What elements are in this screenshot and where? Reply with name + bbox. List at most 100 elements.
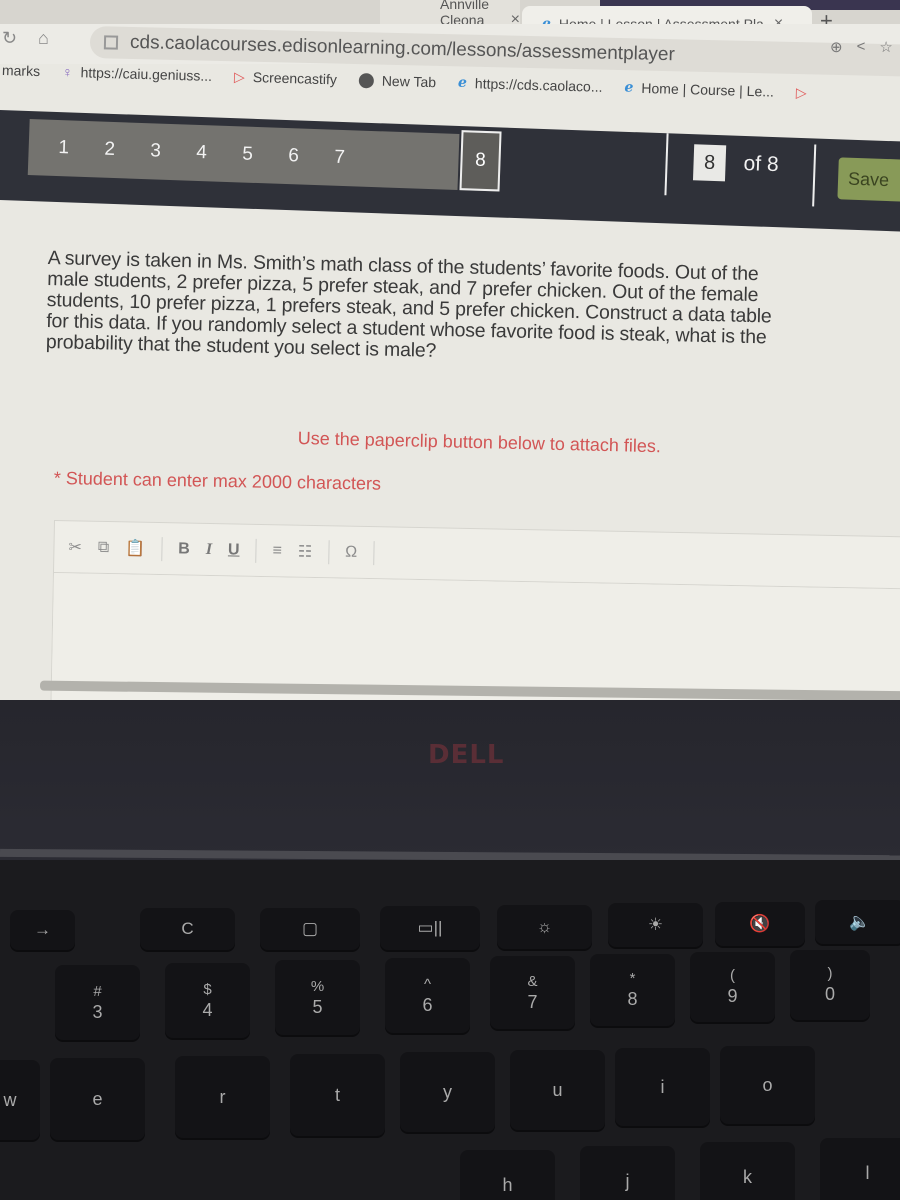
underline-button[interactable]: U (228, 541, 240, 559)
question-number-7[interactable]: 7 (330, 147, 349, 170)
key-7[interactable]: & 7 (490, 956, 575, 1029)
key-overview[interactable]: ▭|| (380, 906, 480, 950)
ie-icon: e (457, 74, 468, 92)
answer-editor: ✂ ⧉ 📋 B I U ≡ ☷ Ω (50, 520, 900, 700)
key-label: 0 (824, 984, 835, 1004)
max-characters-note: * Student can enter max 2000 characters (53, 468, 382, 494)
reload-icon[interactable]: ↻ (2, 28, 17, 49)
copy-icon[interactable]: ⧉ (98, 538, 110, 556)
key-l[interactable]: l (820, 1138, 900, 1200)
question-text: A survey is taken in Ms. Smith’s math cl… (46, 248, 900, 373)
key-fullscreen[interactable]: ▢ (260, 908, 360, 950)
assessment-nav-bar: 1 2 3 4 5 6 7 8 8 of 8 Save (0, 110, 900, 234)
key-shift-label: * (629, 970, 636, 987)
key-i[interactable]: i (615, 1048, 710, 1126)
key-brightness-down[interactable]: ☼ (497, 905, 592, 949)
bookmark-more[interactable]: ▷ (796, 84, 815, 102)
key-label: o (762, 1075, 773, 1095)
home-icon[interactable]: ⌂ (38, 28, 49, 49)
brightness-down-icon: ☼ (536, 917, 553, 936)
key-6[interactable]: ^ 6 (385, 958, 470, 1033)
special-character-icon[interactable]: Ω (345, 543, 357, 561)
key-volume-down[interactable]: 🔈 (815, 900, 900, 944)
refresh-icon: C (181, 919, 194, 938)
key-label: 9 (727, 986, 738, 1006)
save-button[interactable]: Save (837, 157, 900, 203)
key-label: 4 (202, 999, 213, 1020)
address-actions: ⊕ < ☆ (830, 38, 893, 56)
bookmarks-label: marks (1, 62, 41, 80)
question-number-5[interactable]: 5 (238, 143, 257, 166)
key-y[interactable]: y (400, 1052, 495, 1132)
key-label: k (743, 1167, 752, 1187)
key-8[interactable]: * 8 (590, 954, 675, 1026)
share-icon[interactable]: < (857, 38, 866, 56)
key-e[interactable]: e (50, 1058, 145, 1140)
bookmark-cds-caolaco[interactable]: e https://cds.caolaco... (458, 75, 603, 95)
mute-icon: 🔇 (749, 914, 771, 933)
page-total-label: of 8 (743, 151, 779, 177)
paste-icon[interactable]: 📋 (125, 538, 145, 558)
key-4[interactable]: $4 (165, 963, 250, 1038)
question-number-3[interactable]: 3 (146, 140, 165, 163)
overview-icon: ▭|| (417, 918, 443, 937)
answer-textarea[interactable] (51, 573, 900, 700)
laptop-keyboard: → C ▢ ▭|| ☼ ☀ 🔇 🔈 #3 $4 % 5 ^ 6 & 7 * 8 (9 )… (0, 860, 900, 1200)
key-shift-label: ^ (423, 975, 432, 993)
key-refresh[interactable]: C (140, 908, 235, 950)
bookmark-home-course[interactable]: e Home | Course | Le... (624, 79, 774, 99)
key-label: l (865, 1163, 870, 1183)
key-label: 6 (422, 994, 433, 1015)
key-label: w (3, 1090, 17, 1110)
cut-icon[interactable]: ✂ (68, 537, 82, 557)
key-shift-label: % (310, 977, 325, 995)
key-w[interactable]: w (0, 1060, 40, 1140)
key-0[interactable]: ) 0 (790, 950, 870, 1020)
key-label: 3 (92, 1001, 103, 1022)
question-number-2[interactable]: 2 (100, 139, 119, 162)
question-number-4[interactable]: 4 (192, 142, 211, 165)
key-k[interactable]: k (700, 1142, 795, 1200)
bullet-list-icon[interactable]: ☷ (298, 541, 313, 561)
globe-icon (358, 72, 375, 88)
key-o[interactable]: o (720, 1046, 815, 1124)
dell-logo: DELL (428, 740, 505, 770)
bold-button[interactable]: B (178, 540, 190, 558)
screen: Annville Cleona Sch × e Home | Lesson | … (0, 0, 900, 700)
key-shift-label: ) (827, 965, 833, 982)
key-back-arrow[interactable]: → (10, 910, 75, 950)
question-number-list: 1 2 3 4 5 6 7 (27, 119, 460, 191)
ordered-list-icon[interactable]: ≡ (272, 542, 282, 560)
star-icon[interactable]: ☆ (879, 38, 892, 56)
key-3[interactable]: #3 (55, 965, 140, 1040)
bookmark-label: Home | Course | Le... (641, 79, 775, 100)
site-info-icon[interactable] (103, 35, 119, 50)
key-5[interactable]: % 5 (275, 960, 360, 1035)
italic-button[interactable]: I (206, 540, 213, 558)
question-number-1[interactable]: 1 (54, 137, 73, 160)
key-r[interactable]: r (175, 1056, 270, 1138)
bookmark-screencastify[interactable]: ▷ Screencastify (234, 68, 337, 88)
key-label: u (552, 1080, 563, 1100)
key-h[interactable]: h (460, 1150, 555, 1200)
key-label: e (92, 1089, 103, 1109)
arrow-icon: → (34, 920, 51, 939)
key-shift-label: ( (730, 967, 735, 984)
key-t[interactable]: t (290, 1054, 385, 1136)
key-9[interactable]: (9 (690, 952, 775, 1022)
bookmark-caiu[interactable]: ♀ https://caiu.geniuss... (62, 64, 212, 84)
key-shift-label: $ (203, 980, 212, 998)
key-label: t (334, 1085, 340, 1105)
zoom-icon[interactable]: ⊕ (830, 38, 843, 56)
question-number-8-current[interactable]: 8 (459, 130, 502, 192)
key-u[interactable]: u (510, 1050, 605, 1130)
key-brightness-up[interactable]: ☀ (608, 903, 703, 947)
page-number-input[interactable]: 8 (692, 144, 727, 182)
volume-icon: 🔈 (849, 912, 871, 931)
bookmark-new-tab[interactable]: New Tab (358, 72, 436, 90)
question-number-6[interactable]: 6 (284, 145, 303, 168)
key-j[interactable]: j (580, 1146, 675, 1200)
divider (812, 144, 817, 207)
brightness-up-icon: ☀ (647, 915, 664, 934)
key-mute[interactable]: 🔇 (715, 902, 805, 946)
